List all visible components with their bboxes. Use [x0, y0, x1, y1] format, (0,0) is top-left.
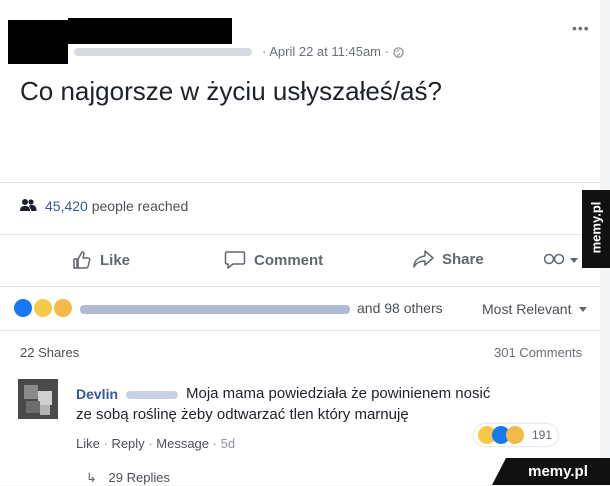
like-button-label: Like	[100, 251, 131, 269]
reach-label: people reached	[91, 198, 189, 214]
divider	[0, 182, 600, 183]
haha-icon	[34, 299, 52, 317]
comment-actions: Like · Reply · Message · 5d	[76, 436, 236, 451]
divider	[0, 234, 600, 235]
comment-button[interactable]: Comment	[224, 250, 323, 270]
post-timestamp[interactable]: April 22 at 11:45am	[269, 44, 381, 59]
blurred-published-by	[74, 48, 252, 56]
replies-link[interactable]: ↳ 29 Replies	[86, 470, 170, 486]
blurred-author-surname	[126, 391, 178, 399]
reply-arrow-icon: ↳	[86, 470, 97, 485]
share-button[interactable]: Share	[412, 250, 484, 268]
share-arrow-icon	[412, 250, 434, 268]
watermark-side: memy.pl	[582, 190, 610, 268]
more-horizontal-icon[interactable]: •••	[572, 20, 590, 36]
comment-time[interactable]: 5d	[221, 436, 235, 451]
blurred-reactor-names	[80, 305, 350, 314]
chevron-down-icon	[579, 307, 588, 312]
share-button-label: Share	[442, 250, 484, 268]
watermark-bottom: memy.pl	[492, 458, 610, 485]
sort-dropdown[interactable]: Most Relevant	[482, 301, 588, 317]
comment-reply-link[interactable]: Reply	[111, 436, 144, 451]
comment-text-line2: ze sobą roślinę żeby odtwarzać tlen któr…	[76, 406, 409, 423]
reaction-selector-button[interactable]	[544, 252, 584, 270]
others-count[interactable]: and 98 others	[357, 300, 443, 316]
post-text: Co najgorsze w życiu usłyszałeś/aś?	[20, 76, 442, 106]
comment-button-label: Comment	[254, 251, 324, 269]
like-button[interactable]: Like	[72, 250, 130, 270]
comment-icon	[224, 250, 246, 270]
sad-icon	[54, 299, 72, 317]
shares-count[interactable]: 22 Shares	[20, 345, 79, 360]
chevron-down-icon	[570, 258, 578, 263]
like-icon	[14, 299, 32, 317]
reach-stat[interactable]: 45,420 people reached	[20, 198, 188, 214]
comment-reactions[interactable]: 191	[474, 424, 558, 446]
redacted-avatar	[8, 20, 68, 64]
replies-label: 29 Replies	[108, 470, 170, 485]
comment-message-link[interactable]: Message	[156, 436, 209, 451]
divider	[0, 330, 600, 331]
comment-text-line1: Moja mama powiedziała że powinienem nosi…	[186, 385, 491, 402]
comment-reaction-count: 191	[532, 428, 553, 442]
globe-icon	[392, 46, 404, 61]
redacted-author-name	[68, 18, 232, 44]
people-icon	[20, 198, 37, 214]
avatar[interactable]	[18, 379, 58, 419]
sort-dropdown-label: Most Relevant	[482, 301, 572, 317]
post-meta: · April 22 at 11:45am ·	[262, 44, 404, 61]
reach-count: 45,420	[45, 198, 88, 214]
divider	[0, 286, 600, 287]
comment-author[interactable]: Devlin	[76, 386, 118, 402]
comments-count[interactable]: 301 Comments	[494, 345, 582, 360]
post-card: · April 22 at 11:45am · ••• Co najgorsze…	[0, 0, 600, 485]
comment-like-link[interactable]: Like	[76, 436, 100, 451]
reactions-summary[interactable]	[14, 298, 76, 320]
wow-icon	[506, 426, 524, 444]
thumbs-up-icon	[72, 250, 92, 270]
